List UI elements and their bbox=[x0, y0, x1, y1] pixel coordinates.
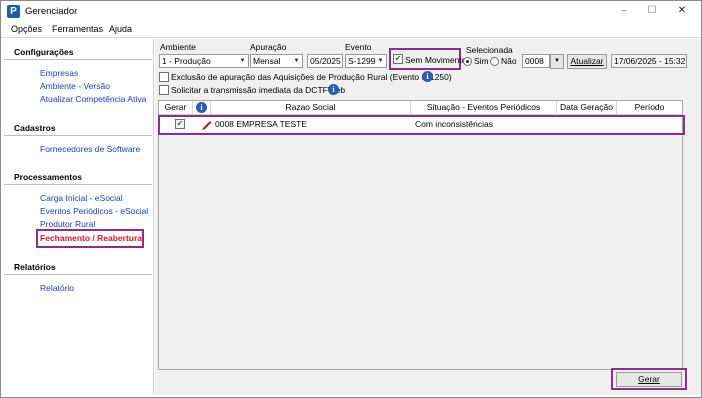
sidebar: Configurações Empresas Ambiente - Versão… bbox=[2, 39, 154, 395]
selecionada-label: Selecionada bbox=[466, 45, 513, 55]
info-icon[interactable]: i bbox=[422, 71, 433, 82]
exclusao-label: Exclusão de apuração das Aquisições de P… bbox=[171, 72, 452, 82]
app-logo-icon: P bbox=[7, 5, 20, 18]
column-header-periodo[interactable]: Período bbox=[617, 101, 682, 115]
sem-movimento-label: Sem Movimento bbox=[405, 55, 467, 65]
gerar-button[interactable]: Gerar bbox=[616, 372, 682, 387]
chevron-down-icon: ▼ bbox=[293, 58, 300, 64]
section-divider bbox=[4, 184, 152, 185]
apuracao-value: Mensal bbox=[253, 56, 281, 66]
chevron-down-icon: ▼ bbox=[377, 58, 384, 64]
section-divider bbox=[4, 135, 152, 136]
menu-opcoes[interactable]: Opções bbox=[11, 24, 42, 34]
window-title: Gerenciador bbox=[25, 6, 78, 17]
chevron-down-icon: ▼ bbox=[239, 58, 246, 64]
section-title-relatorios: Relatórios bbox=[14, 262, 56, 272]
solicitar-checkbox[interactable] bbox=[159, 85, 169, 95]
sidebar-item-produtor-rural[interactable]: Produtor Rural bbox=[40, 219, 95, 229]
main-panel: Ambiente Apuração Evento Selecionada 1 -… bbox=[155, 39, 701, 395]
title-bar: P Gerenciador – ☐ ✕ bbox=[1, 1, 701, 21]
evento-value: S-1299 bbox=[348, 56, 376, 66]
sidebar-item-relatorio[interactable]: Relatório bbox=[40, 283, 74, 293]
section-title-cadastros: Cadastros bbox=[14, 123, 56, 133]
apuracao-select[interactable]: Mensal ▼ bbox=[250, 54, 303, 68]
info-icon[interactable]: i bbox=[328, 84, 339, 95]
application-window: P Gerenciador – ☐ ✕ Opções Ferramentas A… bbox=[0, 0, 702, 398]
nao-radio[interactable] bbox=[490, 57, 499, 66]
nao-label: Não bbox=[501, 56, 517, 66]
column-header-gerar[interactable]: Gerar bbox=[159, 101, 193, 115]
ambiente-label: Ambiente bbox=[160, 42, 196, 52]
evento-label: Evento bbox=[345, 42, 372, 52]
sidebar-item-ambiente-versao[interactable]: Ambiente - Versão bbox=[40, 81, 110, 91]
menu-bar: Opções Ferramentas Ajuda bbox=[1, 21, 701, 38]
menu-ferramentas[interactable]: Ferramentas bbox=[52, 24, 103, 34]
sidebar-item-eventos-periodicos[interactable]: Eventos Periódicos - eSocial bbox=[40, 206, 148, 216]
periodo-input[interactable]: 05/2025 bbox=[307, 54, 343, 68]
info-icon: i bbox=[196, 102, 207, 113]
sim-radio[interactable] bbox=[463, 57, 472, 66]
solicitar-label: Solicitar a transmissão imediata da DCTF… bbox=[171, 85, 346, 95]
column-header-situacao[interactable]: Situação - Eventos Periódicos bbox=[411, 101, 557, 115]
ambiente-value: 1 - Produção bbox=[162, 56, 211, 66]
column-header-data-geracao[interactable]: Data Geração bbox=[557, 101, 617, 115]
column-header-info[interactable]: i bbox=[193, 101, 211, 115]
grid-header: Gerar i Razao Social Situação - Eventos … bbox=[159, 101, 682, 115]
maximize-button[interactable]: ☐ bbox=[641, 4, 663, 18]
company-code-input[interactable]: 0008 bbox=[522, 54, 550, 68]
section-divider bbox=[4, 59, 152, 60]
ambiente-select[interactable]: 1 - Produção ▼ bbox=[159, 54, 249, 68]
section-title-configuracoes: Configurações bbox=[14, 47, 74, 57]
chevron-down-icon: ▼ bbox=[554, 58, 560, 64]
events-grid: Gerar i Razao Social Situação - Eventos … bbox=[158, 100, 683, 370]
sidebar-item-carga-inicial[interactable]: Carga Inicial - eSocial bbox=[40, 193, 123, 203]
apuracao-label: Apuração bbox=[250, 42, 287, 52]
exclusao-checkbox[interactable] bbox=[159, 72, 169, 82]
evento-select[interactable]: S-1299 ▼ bbox=[345, 54, 387, 68]
minimize-button[interactable]: – bbox=[613, 4, 635, 18]
atualizar-button[interactable]: Atualizar bbox=[567, 54, 607, 69]
menu-ajuda[interactable]: Ajuda bbox=[109, 24, 132, 34]
grid-body: ✔ 0008 EMPRESA TESTE Com inconsistências bbox=[159, 115, 682, 369]
close-button[interactable]: ✕ bbox=[671, 4, 693, 18]
section-title-processamentos: Processamentos bbox=[14, 172, 83, 182]
company-dropdown-button[interactable]: ▼ bbox=[550, 54, 564, 69]
highlight-frame bbox=[158, 115, 685, 135]
sem-movimento-checkbox[interactable]: ✔ bbox=[393, 54, 403, 64]
sim-label: Sim bbox=[474, 56, 489, 66]
highlight-frame bbox=[36, 229, 144, 248]
section-divider bbox=[4, 274, 152, 275]
sidebar-item-atualizar-competencia[interactable]: Atualizar Competência Ativa bbox=[40, 94, 146, 104]
column-header-razao-social[interactable]: Razao Social bbox=[211, 101, 411, 115]
sidebar-item-empresas[interactable]: Empresas bbox=[40, 68, 78, 78]
datetime-field: 17/06/2025 - 15:32 bbox=[611, 54, 687, 68]
sidebar-item-fornecedores[interactable]: Fornecedores de Software bbox=[40, 144, 140, 154]
